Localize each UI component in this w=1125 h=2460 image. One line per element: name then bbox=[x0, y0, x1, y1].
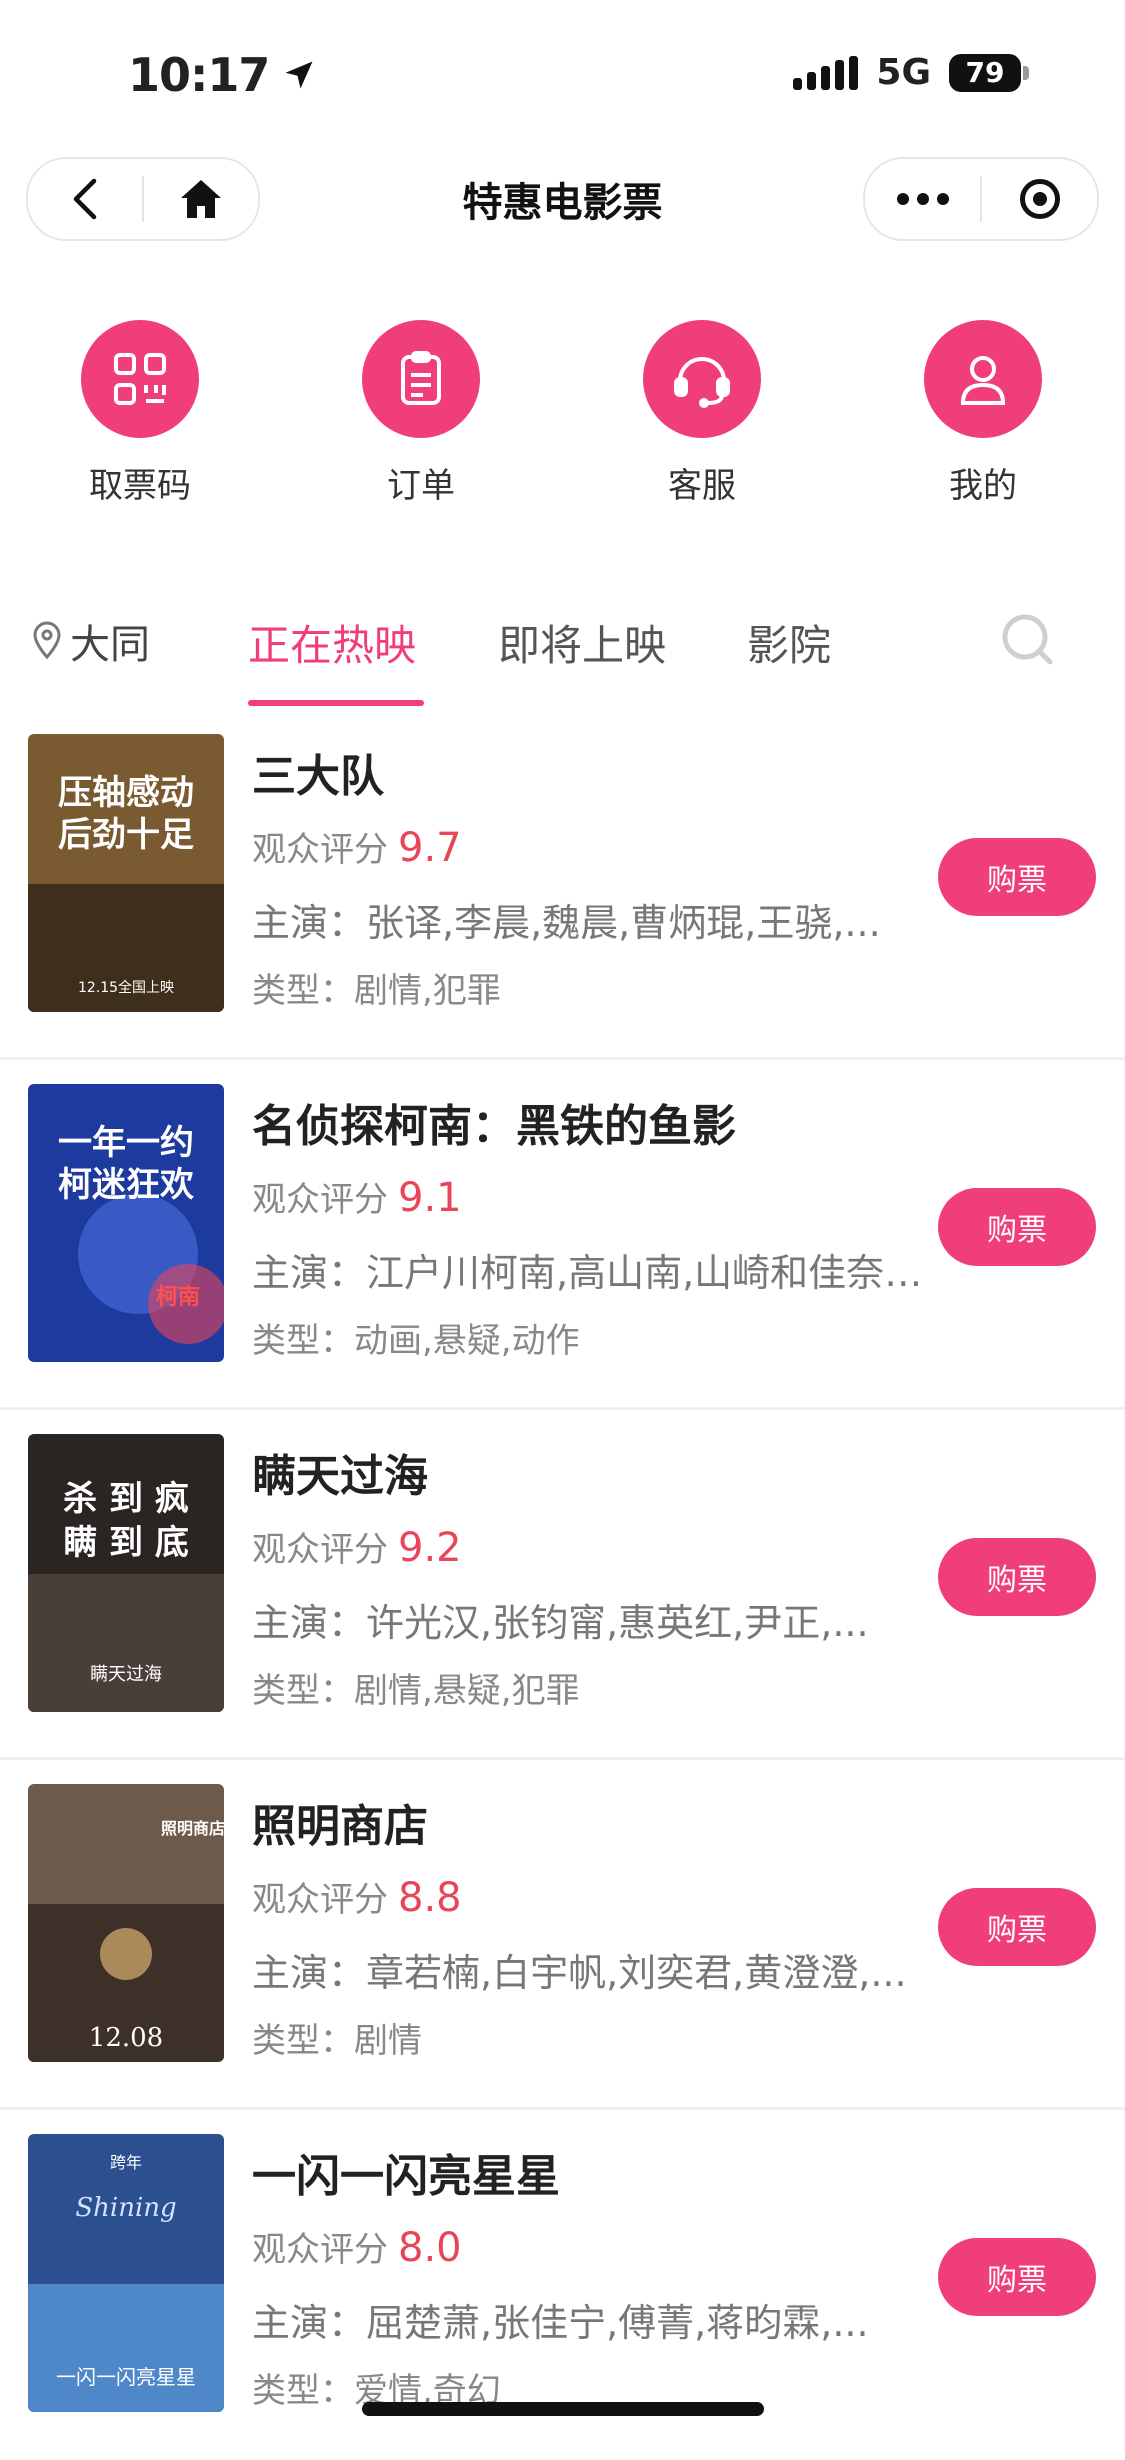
movie-cast: 主演：江户川柯南,高山南,山崎和佳奈,... bbox=[252, 1251, 928, 1295]
status-time: 10:17 bbox=[128, 48, 270, 102]
order-list-icon bbox=[401, 351, 441, 405]
movie-title: 三大队 bbox=[252, 751, 384, 802]
tab-bar: 大同 正在热映 即将上映 影院 bbox=[0, 600, 1125, 710]
tab-now-showing[interactable]: 正在热映 bbox=[248, 612, 416, 673]
quick-action-label: 订单 bbox=[387, 466, 455, 506]
quick-action-mine[interactable]: 我的 bbox=[903, 320, 1063, 507]
city-name: 大同 bbox=[70, 622, 150, 668]
movie-rating: 观众评分 8.8 bbox=[252, 1875, 462, 1921]
poster-text: 照明商店 bbox=[161, 1819, 224, 1838]
buy-ticket-button[interactable]: 购票 bbox=[938, 1538, 1096, 1616]
poster-text: 跨年 bbox=[110, 2153, 142, 2172]
rating-score: 8.0 bbox=[398, 2225, 462, 2271]
movie-cast: 主演：张译,李晨,魏晨,曹炳琨,王骁,... bbox=[252, 901, 881, 945]
movie-title: 照明商店 bbox=[252, 1801, 428, 1852]
movie-cast: 主演：许光汉,张钧甯,惠英红,尹正,... bbox=[252, 1601, 869, 1645]
movie-rating: 观众评分 9.2 bbox=[252, 1525, 462, 1571]
buy-ticket-button[interactable]: 购票 bbox=[938, 838, 1096, 916]
quick-action-label: 取票码 bbox=[89, 466, 191, 506]
movie-rating: 观众评分 8.0 bbox=[252, 2225, 462, 2271]
movie-cast: 主演：章若楠,白宇帆,刘奕君,黄澄澄,... bbox=[252, 1951, 907, 1995]
user-icon bbox=[960, 356, 1006, 405]
poster-text: 12.15全国上映 bbox=[78, 979, 174, 996]
active-tab-indicator bbox=[248, 700, 424, 706]
movie-title: 一闪一闪亮星星 bbox=[252, 2151, 560, 2202]
nav-capsule-right bbox=[863, 157, 1099, 241]
quick-action-label: 客服 bbox=[668, 466, 736, 506]
movie-item[interactable]: 杀 到 疯 瞒 到 底 瞒天过海 瞒天过海 观众评分 9.2 主演：许光汉,张钧甯… bbox=[0, 1410, 1125, 1760]
movie-item[interactable]: 一年一约 柯迷狂欢 柯南 名侦探柯南：黑铁的鱼影 观众评分 9.1 主演：江户川柯… bbox=[0, 1060, 1125, 1410]
target-icon bbox=[1019, 179, 1060, 219]
buy-ticket-button[interactable]: 购票 bbox=[938, 1888, 1096, 1966]
search-button[interactable] bbox=[998, 610, 1058, 674]
movie-genre: 类型：剧情 bbox=[252, 2021, 422, 2061]
status-bar: 10:17 5G 79 bbox=[0, 0, 1125, 150]
movie-poster: 压轴感动 后劲十足 12.15全国上映 bbox=[28, 734, 224, 1012]
poster-text: 一闪一闪亮星星 bbox=[56, 2365, 196, 2389]
movie-title: 名侦探柯南：黑铁的鱼影 bbox=[252, 1101, 736, 1152]
close-miniprogram-button[interactable] bbox=[982, 159, 1097, 239]
poster-text: Shining bbox=[75, 2193, 176, 2223]
quick-action-label: 我的 bbox=[949, 466, 1017, 506]
signal-icon bbox=[793, 55, 859, 90]
movie-poster: 跨年 Shining 一闪一闪亮星星 bbox=[28, 2134, 224, 2412]
more-dots-icon bbox=[896, 193, 949, 205]
movie-poster: 照明商店 12.08 bbox=[28, 1784, 224, 2062]
qr-code-icon bbox=[114, 353, 166, 405]
movie-genre: 类型：剧情,悬疑,犯罪 bbox=[252, 1671, 580, 1711]
poster-text: 杀 到 疯 bbox=[63, 1479, 189, 1519]
movie-rating: 观众评分 9.7 bbox=[252, 825, 462, 871]
headset-icon bbox=[674, 357, 730, 408]
battery-level: 79 bbox=[965, 56, 1005, 89]
movie-list: 压轴感动 后劲十足 12.15全国上映 三大队 观众评分 9.7 主演：张译,李晨… bbox=[0, 710, 1125, 2460]
quick-actions: 取票码 订单 客服 我的 bbox=[0, 320, 1125, 520]
more-button[interactable] bbox=[865, 159, 980, 239]
movie-genre: 类型：动画,悬疑,动作 bbox=[252, 1321, 580, 1361]
movie-item[interactable]: 压轴感动 后劲十足 12.15全国上映 三大队 观众评分 9.7 主演：张译,李晨… bbox=[0, 710, 1125, 1060]
quick-action-ticket-code[interactable]: 取票码 bbox=[60, 320, 220, 507]
tab-cinemas[interactable]: 影院 bbox=[747, 612, 831, 673]
quick-action-customer-service[interactable]: 客服 bbox=[622, 320, 782, 507]
poster-text: 后劲十足 bbox=[58, 815, 194, 855]
movie-poster: 杀 到 疯 瞒 到 底 瞒天过海 bbox=[28, 1434, 224, 1712]
search-icon bbox=[1002, 614, 1053, 665]
movie-cast: 主演：屈楚萧,张佳宁,傅菁,蒋昀霖,... bbox=[252, 2301, 869, 2345]
battery-icon: 79 bbox=[949, 53, 1029, 92]
city-selector[interactable]: 大同 bbox=[32, 612, 150, 670]
poster-text: 柯南 bbox=[156, 1284, 200, 1310]
poster-text: 压轴感动 bbox=[58, 773, 194, 813]
rating-score: 9.7 bbox=[398, 825, 462, 871]
location-arrow-icon bbox=[285, 61, 313, 89]
poster-text: 瞒天过海 bbox=[90, 1664, 162, 1685]
poster-text: 瞒 到 底 bbox=[63, 1523, 189, 1563]
movie-genre: 类型：剧情,犯罪 bbox=[252, 971, 501, 1011]
tab-coming-soon[interactable]: 即将上映 bbox=[498, 612, 666, 673]
quick-action-orders[interactable]: 订单 bbox=[341, 320, 501, 507]
poster-text: 12.08 bbox=[89, 2023, 163, 2053]
location-pin-icon bbox=[33, 621, 61, 660]
rating-score: 9.1 bbox=[398, 1175, 462, 1221]
movie-rating: 观众评分 9.1 bbox=[252, 1175, 462, 1221]
movie-title: 瞒天过海 bbox=[252, 1451, 428, 1502]
movie-item[interactable]: 照明商店 12.08 照明商店 观众评分 8.8 主演：章若楠,白宇帆,刘奕君,黄… bbox=[0, 1760, 1125, 2110]
buy-ticket-button[interactable]: 购票 bbox=[938, 1188, 1096, 1266]
poster-text: 一年一约 bbox=[58, 1123, 194, 1163]
home-indicator[interactable] bbox=[362, 2402, 764, 2416]
poster-text: 柯迷狂欢 bbox=[58, 1165, 194, 1205]
network-type: 5G bbox=[876, 52, 931, 93]
buy-ticket-button[interactable]: 购票 bbox=[938, 2238, 1096, 2316]
movie-poster: 一年一约 柯迷狂欢 柯南 bbox=[28, 1084, 224, 1362]
rating-score: 8.8 bbox=[398, 1875, 462, 1921]
rating-score: 9.2 bbox=[398, 1525, 462, 1571]
